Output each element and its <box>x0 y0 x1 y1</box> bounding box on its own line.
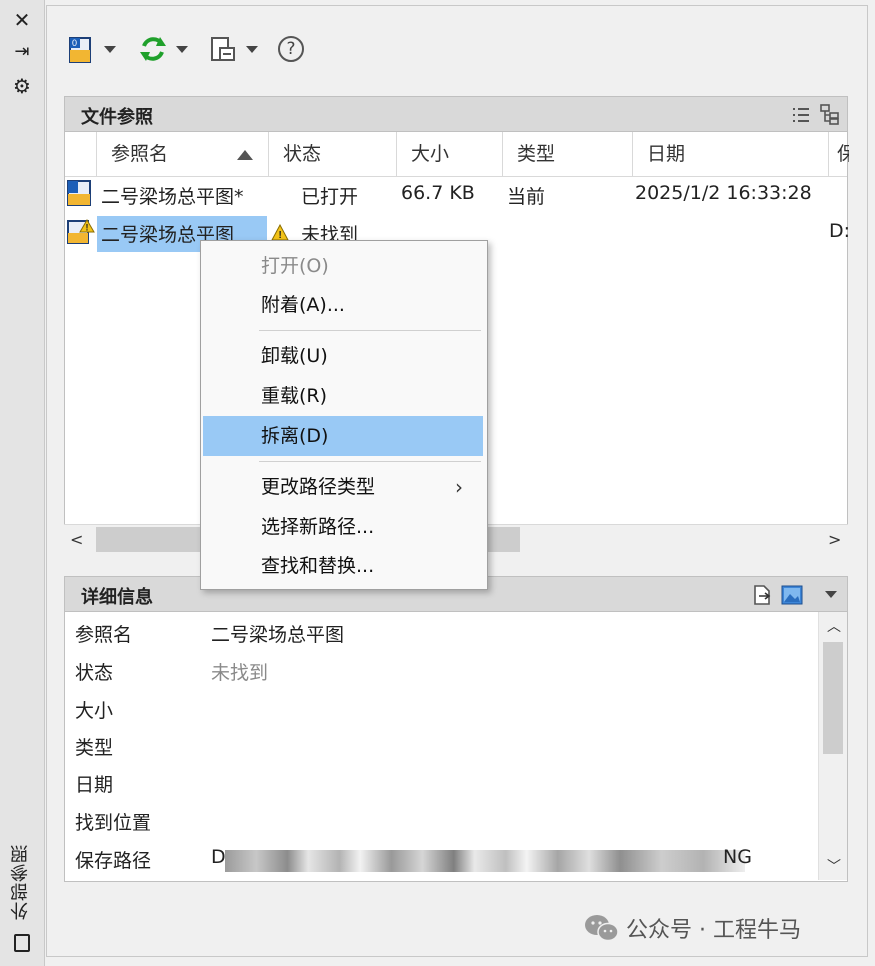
saved-path-start: D <box>211 846 226 868</box>
table-row[interactable]: 二号梁场总平图* 已打开 66.7 KB 当前 2025/1/2 16:33:2… <box>65 178 847 214</box>
menu-item-unload[interactable]: 卸载(U) <box>203 336 483 376</box>
properties-icon[interactable]: ⚙ <box>10 74 34 98</box>
change-path-icon <box>211 37 235 61</box>
ref-status: 已打开 <box>301 186 359 208</box>
current-drawing-icon <box>67 180 91 206</box>
file-refs-title: 文件参照 <box>81 107 153 128</box>
file-refs-header: 文件参照 <box>64 96 848 132</box>
chevron-down-icon[interactable] <box>825 591 837 598</box>
ref-saved-path: D: <box>829 220 851 242</box>
column-header-date[interactable]: 日期 <box>633 132 829 176</box>
attach-dwg-icon: 0 <box>69 37 91 63</box>
chevron-down-icon[interactable] <box>104 45 116 53</box>
column-header-saved-path[interactable]: 保 <box>829 132 849 176</box>
menu-item-reload[interactable]: 重载(R) <box>203 376 483 416</box>
detail-label: 找到位置 <box>75 812 152 834</box>
palette-title: 外部参照 <box>10 844 31 920</box>
column-header-size[interactable]: 大小 <box>397 132 503 176</box>
detail-label: 保存路径 <box>75 850 152 872</box>
wechat-icon <box>585 915 619 942</box>
column-header-name[interactable]: 参照名 <box>97 132 269 176</box>
scroll-left-icon[interactable]: < <box>70 530 83 549</box>
help-icon: ? <box>278 36 304 62</box>
redacted-path <box>225 850 745 872</box>
chevron-down-icon[interactable] <box>246 45 258 53</box>
details-view-icon[interactable] <box>751 584 773 606</box>
scroll-up-icon[interactable]: ︿ <box>827 616 841 636</box>
scroll-down-icon[interactable]: ﹀ <box>827 856 841 876</box>
saved-path-end: NG <box>723 846 752 868</box>
not-found-xref-icon: ! <box>67 219 95 244</box>
change-path-button[interactable] <box>208 32 258 66</box>
sort-ascending-icon <box>237 150 253 160</box>
svg-text:0: 0 <box>72 38 77 48</box>
detail-label: 大小 <box>75 700 114 722</box>
palette-menu-icon[interactable] <box>14 934 30 952</box>
refresh-icon <box>140 37 166 61</box>
chevron-down-icon[interactable] <box>176 45 188 53</box>
scroll-right-icon[interactable]: > <box>828 530 841 549</box>
vertical-scrollbar[interactable]: ︿ ﹀ <box>818 612 847 880</box>
menu-item-attach[interactable]: 附着(A)... <box>203 285 483 325</box>
auto-hide-icon[interactable]: ⇥ <box>10 40 34 64</box>
attach-dwg-button[interactable]: 0 <box>68 32 116 66</box>
list-view-icon[interactable] <box>791 105 811 125</box>
ref-size: 66.7 KB <box>401 182 475 204</box>
detail-label: 类型 <box>75 737 114 759</box>
scrollbar-thumb[interactable] <box>823 642 843 754</box>
ref-type: 当前 <box>507 186 546 208</box>
menu-separator <box>259 461 481 462</box>
palette-title-strip: ✕ ⇥ ⚙ 外部参照 <box>0 0 45 966</box>
detail-label: 参照名 <box>75 624 133 646</box>
menu-item-select-new-path[interactable]: 选择新路径... <box>203 507 483 547</box>
ref-name: 二号梁场总平图* <box>101 186 244 208</box>
context-menu: 打开(O) 附着(A)... 卸载(U) 重载(R) 拆离(D) 更改路径类型 … <box>200 240 488 590</box>
menu-item-change-path-type[interactable]: 更改路径类型 › <box>203 467 483 507</box>
menu-item-open[interactable]: 打开(O) <box>203 246 483 286</box>
menu-separator <box>259 330 481 331</box>
icon-column-header <box>65 132 97 176</box>
submenu-arrow-icon: › <box>455 475 463 499</box>
menu-item-label: 更改路径类型 <box>261 476 376 498</box>
tree-view-icon[interactable] <box>819 103 841 125</box>
details-title: 详细信息 <box>81 587 153 608</box>
watermark: 公众号 · 工程牛马 <box>584 912 801 944</box>
detail-ref-name: 二号梁场总平图 <box>211 624 345 646</box>
menu-item-detach[interactable]: 拆离(D) <box>203 416 483 456</box>
details-panel: 参照名 二号梁场总平图 状态 未找到 大小 类型 日期 找到位置 保存路径 D … <box>64 612 848 882</box>
watermark-text: 公众号 · 工程牛马 <box>626 918 801 943</box>
detail-label: 状态 <box>75 662 114 684</box>
menu-item-find-replace[interactable]: 查找和替换... <box>203 546 483 586</box>
ref-date: 2025/1/2 16:33:28 <box>635 182 812 204</box>
column-header-status[interactable]: 状态 <box>269 132 397 176</box>
preview-icon[interactable] <box>781 584 803 606</box>
detail-label: 日期 <box>75 774 114 796</box>
column-header-label: 参照名 <box>111 143 169 165</box>
close-icon[interactable]: ✕ <box>10 8 34 32</box>
detail-saved-path: D NG <box>211 846 771 872</box>
file-refs-header-row: 参照名 状态 大小 类型 日期 保 <box>65 132 849 177</box>
help-button[interactable]: ? <box>278 32 304 66</box>
detail-status: 未找到 <box>211 662 269 684</box>
column-header-type[interactable]: 类型 <box>503 132 633 176</box>
refresh-button[interactable] <box>138 32 188 66</box>
svg-text:!: ! <box>86 223 89 233</box>
